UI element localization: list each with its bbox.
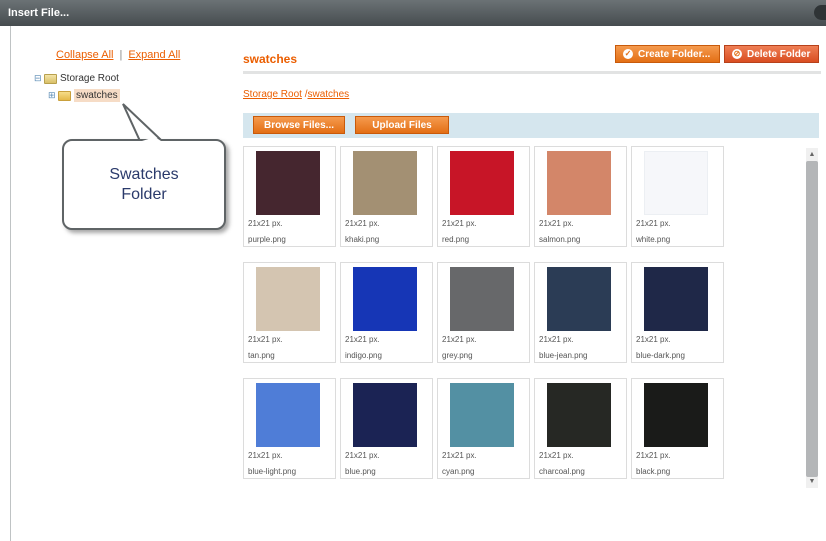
create-folder-label: Create Folder... xyxy=(638,48,711,60)
delete-icon: ⊘ xyxy=(732,49,742,59)
create-folder-button[interactable]: ✓ Create Folder... xyxy=(615,45,720,63)
file-name: black.png xyxy=(636,467,671,476)
scroll-down-icon[interactable]: ▼ xyxy=(806,476,818,488)
file-item[interactable]: 21x21 px. cyan.png xyxy=(437,378,530,479)
file-name: cyan.png xyxy=(442,467,475,476)
file-name: blue-dark.png xyxy=(636,351,685,360)
file-name: red.png xyxy=(442,235,470,244)
file-dimensions: 21x21 px. xyxy=(442,219,477,228)
breadcrumb-storage-root[interactable]: Storage Root xyxy=(243,89,302,100)
file-thumbnail xyxy=(547,151,611,215)
file-grid: 21x21 px. purple.png 21x21 px. khaki.png 21x… xyxy=(243,146,803,498)
file-item[interactable]: 21x21 px. purple.png xyxy=(243,146,336,247)
checkmark-icon: ✓ xyxy=(623,49,633,59)
scrollbar-thumb[interactable] xyxy=(806,161,818,477)
delete-folder-label: Delete Folder xyxy=(747,48,811,60)
file-thumbnail xyxy=(644,151,708,215)
file-toolbar: Browse Files... Upload Files xyxy=(243,113,819,138)
file-dimensions: 21x21 px. xyxy=(442,335,477,344)
file-item[interactable]: 21x21 px. red.png xyxy=(437,146,530,247)
file-dimensions: 21x21 px. xyxy=(345,219,380,228)
title-divider xyxy=(243,71,821,74)
file-item[interactable]: 21x21 px. indigo.png xyxy=(340,262,433,363)
folder-title: swatches xyxy=(243,52,298,66)
file-name: tan.png xyxy=(248,351,275,360)
breadcrumb: Storage Root /swatches xyxy=(243,89,349,100)
file-dimensions: 21x21 px. xyxy=(248,451,283,460)
file-item[interactable]: 21x21 px. charcoal.png xyxy=(534,378,627,479)
annotation-callout: Swatches Folder xyxy=(62,139,226,230)
delete-folder-button[interactable]: ⊘ Delete Folder xyxy=(724,45,819,63)
file-name: blue.png xyxy=(345,467,376,476)
file-thumbnail xyxy=(547,267,611,331)
file-name: charcoal.png xyxy=(539,467,585,476)
close-icon[interactable] xyxy=(814,5,826,20)
file-item[interactable]: 21x21 px. blue.png xyxy=(340,378,433,479)
file-dimensions: 21x21 px. xyxy=(442,451,477,460)
callout-line2: Folder xyxy=(121,185,167,203)
file-item[interactable]: 21x21 px. blue-dark.png xyxy=(631,262,724,363)
file-dimensions: 21x21 px. xyxy=(636,219,671,228)
file-item[interactable]: 21x21 px. white.png xyxy=(631,146,724,247)
file-thumbnail xyxy=(450,267,514,331)
file-item[interactable]: 21x21 px. blue-light.png xyxy=(243,378,336,479)
file-dimensions: 21x21 px. xyxy=(248,335,283,344)
callout-pointer-cover xyxy=(142,137,161,141)
file-thumbnail xyxy=(547,383,611,447)
upload-files-button[interactable]: Upload Files xyxy=(355,116,449,134)
file-name: khaki.png xyxy=(345,235,380,244)
file-thumbnail xyxy=(353,267,417,331)
file-name: blue-jean.png xyxy=(539,351,588,360)
file-item[interactable]: 21x21 px. blue-jean.png xyxy=(534,262,627,363)
file-thumbnail xyxy=(353,151,417,215)
file-thumbnail xyxy=(450,383,514,447)
file-name: salmon.png xyxy=(539,235,581,244)
breadcrumb-swatches[interactable]: swatches xyxy=(308,89,350,100)
file-dimensions: 21x21 px. xyxy=(539,335,574,344)
file-thumbnail xyxy=(256,151,320,215)
file-name: indigo.png xyxy=(345,351,382,360)
file-name: purple.png xyxy=(248,235,286,244)
file-item[interactable]: 21x21 px. black.png xyxy=(631,378,724,479)
callout-line1: Swatches xyxy=(109,165,179,183)
file-item[interactable]: 21x21 px. khaki.png xyxy=(340,146,433,247)
scroll-up-icon[interactable]: ▲ xyxy=(806,149,818,161)
file-thumbnail xyxy=(450,151,514,215)
file-dimensions: 21x21 px. xyxy=(539,451,574,460)
file-name: blue-light.png xyxy=(248,467,297,476)
file-dimensions: 21x21 px. xyxy=(345,335,380,344)
file-name: grey.png xyxy=(442,351,473,360)
file-thumbnail xyxy=(256,383,320,447)
file-dimensions: 21x21 px. xyxy=(248,219,283,228)
file-thumbnail xyxy=(256,267,320,331)
file-dimensions: 21x21 px. xyxy=(636,451,671,460)
file-thumbnail xyxy=(644,383,708,447)
file-dimensions: 21x21 px. xyxy=(636,335,671,344)
file-thumbnail xyxy=(644,267,708,331)
file-thumbnail xyxy=(353,383,417,447)
file-item[interactable]: 21x21 px. salmon.png xyxy=(534,146,627,247)
file-dimensions: 21x21 px. xyxy=(345,451,380,460)
file-item[interactable]: 21x21 px. grey.png xyxy=(437,262,530,363)
browse-files-button[interactable]: Browse Files... xyxy=(253,116,345,134)
file-name: white.png xyxy=(636,235,671,244)
file-dimensions: 21x21 px. xyxy=(539,219,574,228)
file-item[interactable]: 21x21 px. tan.png xyxy=(243,262,336,363)
